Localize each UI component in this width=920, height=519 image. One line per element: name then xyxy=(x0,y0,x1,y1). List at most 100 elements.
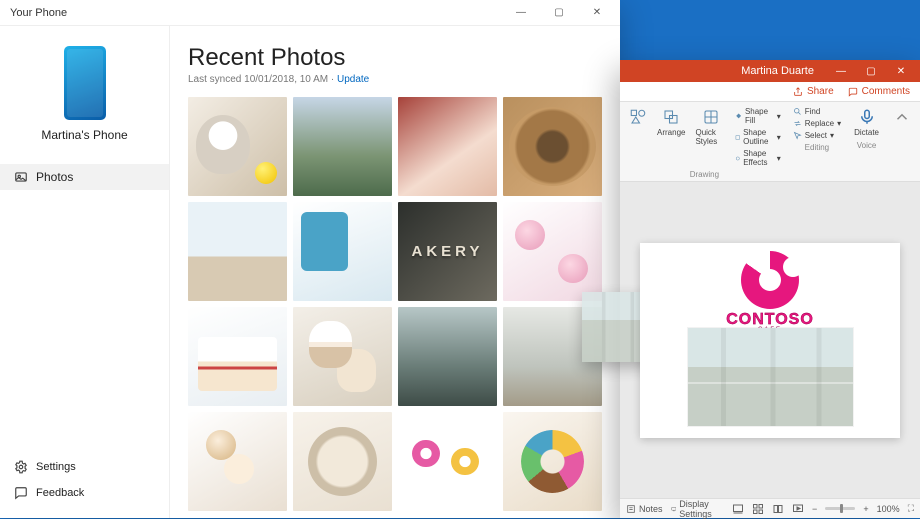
zoom-value: 100% xyxy=(877,504,900,514)
slide[interactable]: CONTOSO CAFE xyxy=(640,243,900,438)
bucket-icon xyxy=(735,112,742,121)
shapes-icon xyxy=(629,108,647,126)
shape-effects-button[interactable]: Shape Effects▾ xyxy=(733,148,783,168)
photo-grid xyxy=(188,97,602,511)
photos-icon xyxy=(14,170,28,184)
gear-icon xyxy=(14,460,28,474)
your-phone-titlebar[interactable]: Your Phone — ▢ ✕ xyxy=(0,0,620,26)
slideshow-view-button[interactable] xyxy=(792,502,804,516)
your-phone-nav: Photos xyxy=(0,158,169,190)
quick-styles-label: Quick Styles xyxy=(695,128,725,146)
slide-canvas[interactable]: CONTOSO CAFE xyxy=(620,182,920,498)
arrange-label: Arrange xyxy=(657,128,685,137)
recent-photos-heading: Recent Photos xyxy=(188,44,602,72)
sorter-view-button[interactable] xyxy=(752,502,764,516)
nav-feedback-label: Feedback xyxy=(36,487,84,499)
effects-icon xyxy=(735,154,741,163)
photo-thumb[interactable] xyxy=(188,412,287,511)
share-icon xyxy=(793,87,803,97)
editing-group-label: Editing xyxy=(805,143,829,152)
chevron-up-icon xyxy=(893,108,911,126)
contoso-logo: CONTOSO CAFE xyxy=(726,251,814,333)
slide-inserted-photo[interactable] xyxy=(688,328,853,426)
phone-icon xyxy=(64,46,106,120)
zoom-out-button[interactable]: − xyxy=(812,504,817,514)
photo-thumb[interactable] xyxy=(398,412,497,511)
donut-icon xyxy=(741,251,799,309)
normal-view-icon xyxy=(732,503,744,515)
zoom-in-button[interactable]: + xyxy=(863,504,868,514)
photo-thumb[interactable] xyxy=(398,307,497,406)
quick-styles-button[interactable]: Quick Styles xyxy=(692,106,728,148)
minimize-button[interactable]: — xyxy=(504,3,538,23)
maximize-button[interactable]: ▢ xyxy=(542,3,576,23)
minimize-button[interactable]: — xyxy=(826,60,856,82)
find-button[interactable]: Find xyxy=(791,106,843,117)
your-phone-window: Your Phone — ▢ ✕ Martina's Phone Photos xyxy=(0,0,620,518)
sorter-view-icon xyxy=(752,503,764,515)
your-phone-title: Your Phone xyxy=(10,7,67,19)
photo-thumb[interactable] xyxy=(503,97,602,196)
comments-label: Comments xyxy=(862,86,910,97)
close-button[interactable]: ✕ xyxy=(580,3,614,23)
shapes-gallery[interactable] xyxy=(626,106,650,128)
nav-photos[interactable]: Photos xyxy=(0,164,169,190)
update-link[interactable]: Update xyxy=(337,74,369,85)
replace-button[interactable]: Replace▾ xyxy=(791,118,843,129)
microphone-icon xyxy=(858,108,876,126)
arrange-icon xyxy=(662,108,680,126)
comments-button[interactable]: Comments xyxy=(848,86,910,97)
your-phone-window-controls: — ▢ ✕ xyxy=(504,3,614,23)
select-button[interactable]: Select▾ xyxy=(791,130,843,141)
nav-feedback[interactable]: Feedback xyxy=(0,480,169,506)
close-button[interactable]: ✕ xyxy=(886,60,916,82)
nav-photos-label: Photos xyxy=(36,170,73,184)
user-name: Martina Duarte xyxy=(741,65,814,77)
dictate-button[interactable]: Dictate xyxy=(851,106,882,139)
powerpoint-window: Martina Duarte — ▢ ✕ Share Comments Arra… xyxy=(620,60,920,518)
photo-thumb[interactable] xyxy=(188,97,287,196)
nav-settings[interactable]: Settings xyxy=(0,454,169,480)
photo-thumb[interactable] xyxy=(398,202,497,301)
photo-thumb[interactable] xyxy=(188,202,287,301)
photo-thumb[interactable] xyxy=(503,202,602,301)
zoom-slider[interactable] xyxy=(825,507,855,510)
notes-button[interactable]: Notes xyxy=(626,504,663,514)
normal-view-button[interactable] xyxy=(732,502,744,516)
photo-thumb[interactable] xyxy=(503,412,602,511)
display-settings-button[interactable]: Display Settings xyxy=(671,499,717,519)
powerpoint-ribbon: Arrange Quick Styles Shape Fill▾ Shape O… xyxy=(620,102,920,182)
drawing-group-label: Drawing xyxy=(690,170,719,179)
photo-thumb[interactable] xyxy=(293,412,392,511)
photo-thumb[interactable] xyxy=(398,97,497,196)
your-phone-main: Recent Photos Last synced 10/01/2018, 10… xyxy=(170,26,620,518)
photo-thumb[interactable] xyxy=(293,307,392,406)
shape-outline-button[interactable]: Shape Outline▾ xyxy=(733,127,783,147)
ribbon-collapse-button[interactable] xyxy=(890,106,914,179)
device-name: Martina's Phone xyxy=(41,128,127,142)
fit-to-window-button[interactable]: ⛶ xyxy=(908,503,914,514)
your-phone-body: Martina's Phone Photos Settings Feedback xyxy=(0,26,620,518)
shape-fill-button[interactable]: Shape Fill▾ xyxy=(733,106,783,126)
maximize-button[interactable]: ▢ xyxy=(856,60,886,82)
comments-icon xyxy=(848,87,858,97)
voice-group-label: Voice xyxy=(857,141,877,150)
replace-icon xyxy=(793,119,802,128)
reading-view-button[interactable] xyxy=(772,502,784,516)
ribbon-group-drawing: Arrange Quick Styles Shape Fill▾ Shape O… xyxy=(626,106,783,179)
photo-thumb[interactable] xyxy=(293,97,392,196)
photo-thumb[interactable] xyxy=(293,202,392,301)
notes-icon xyxy=(626,504,636,514)
powerpoint-window-controls: — ▢ ✕ xyxy=(826,60,916,82)
share-button[interactable]: Share xyxy=(793,86,834,97)
shape-format-list: Shape Fill▾ Shape Outline▾ Shape Effects… xyxy=(733,106,783,168)
share-label: Share xyxy=(807,86,834,97)
arrange-button[interactable]: Arrange xyxy=(654,106,688,139)
reading-view-icon xyxy=(772,503,784,515)
display-icon xyxy=(671,504,677,514)
quick-styles-icon xyxy=(702,108,720,126)
photo-thumb[interactable] xyxy=(188,307,287,406)
device-summary: Martina's Phone xyxy=(0,36,169,158)
powerpoint-titlebar[interactable]: Martina Duarte — ▢ ✕ xyxy=(620,60,920,82)
ribbon-group-voice: Dictate Voice xyxy=(851,106,882,179)
